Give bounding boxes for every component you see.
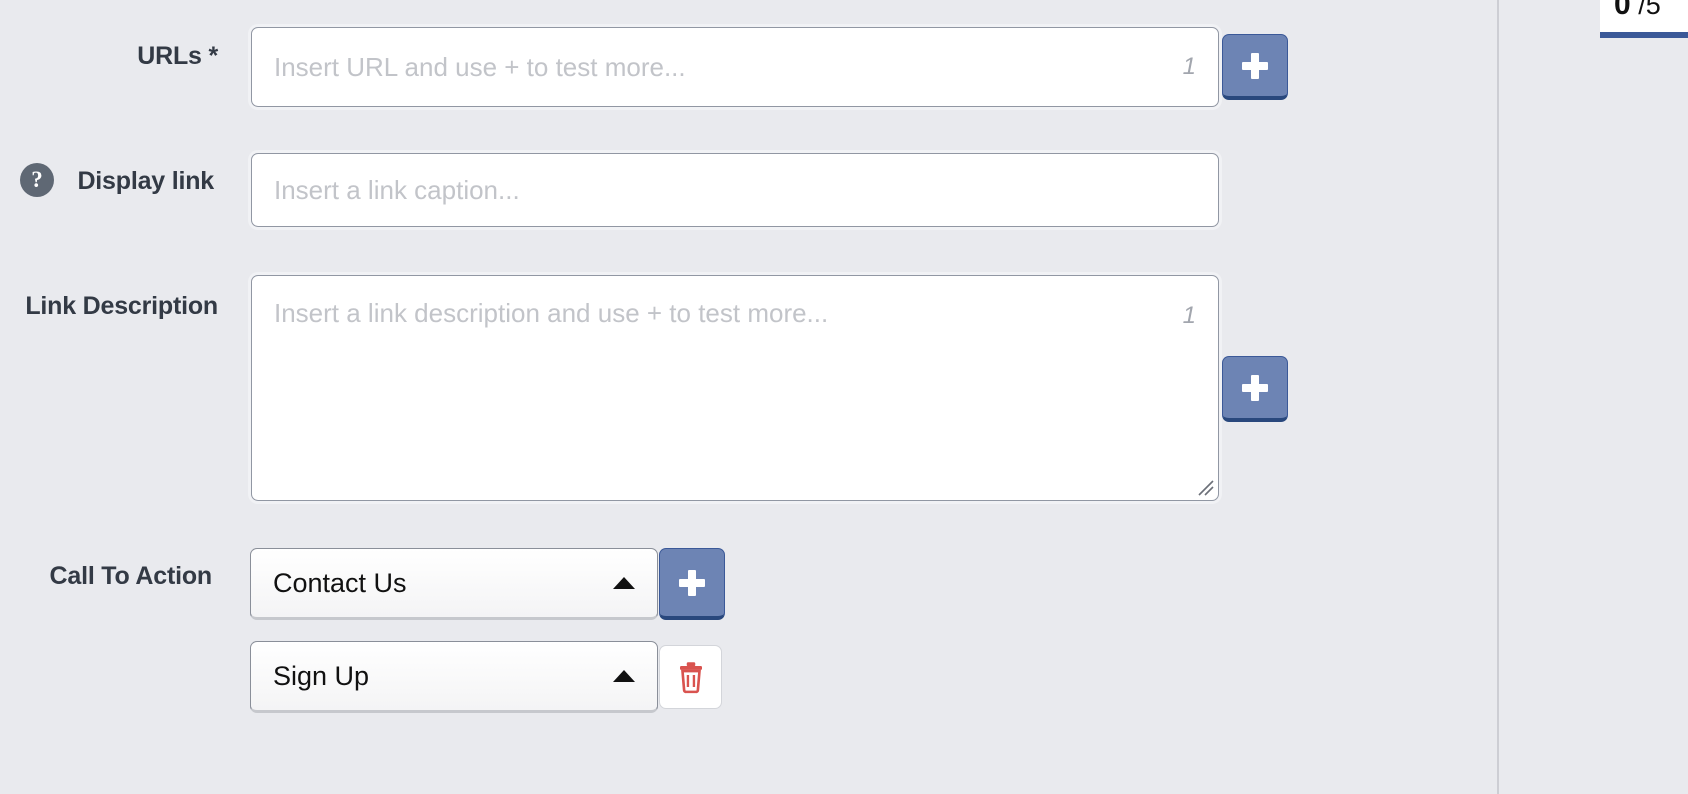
call-to-action-select-1[interactable]: Contact Us bbox=[250, 548, 658, 620]
urls-counter: 1 bbox=[1183, 53, 1196, 81]
plus-icon bbox=[679, 570, 705, 596]
call-to-action-select-2[interactable]: Sign Up bbox=[250, 641, 658, 713]
urls-label: URLs * bbox=[0, 42, 218, 71]
caret-up-icon bbox=[613, 577, 635, 589]
right-panel-counter-value: 0 bbox=[1614, 0, 1631, 21]
ad-link-form-page: URLs * Insert URL and use + to test more… bbox=[0, 0, 1688, 794]
link-description-counter: 1 bbox=[1183, 302, 1196, 330]
urls-input[interactable]: Insert URL and use + to test more... 1 bbox=[251, 27, 1219, 107]
display-link-input-wrapper: Insert a link caption... bbox=[248, 150, 1222, 230]
right-panel-counter-suffix: /5 bbox=[1631, 0, 1661, 20]
call-to-action-add-button[interactable] bbox=[659, 548, 725, 620]
link-description-label: Link Description bbox=[0, 292, 218, 321]
right-panel-body bbox=[1600, 44, 1688, 794]
trash-icon bbox=[676, 660, 706, 694]
right-panel-divider bbox=[1497, 0, 1600, 794]
call-to-action-label: Call To Action bbox=[0, 562, 212, 591]
display-link-input-placeholder: Insert a link caption... bbox=[274, 175, 520, 206]
display-link-label: Display link bbox=[0, 167, 214, 196]
caret-up-icon bbox=[613, 670, 635, 682]
call-to-action-delete-button[interactable] bbox=[659, 645, 722, 709]
display-link-input[interactable]: Insert a link caption... bbox=[251, 153, 1219, 227]
textarea-resize-handle[interactable] bbox=[1196, 478, 1214, 496]
call-to-action-select-1-value: Contact Us bbox=[273, 568, 407, 599]
link-description-wrapper: Insert a link description and use + to t… bbox=[248, 272, 1222, 504]
link-description-placeholder: Insert a link description and use + to t… bbox=[274, 298, 828, 328]
call-to-action-select-2-value: Sign Up bbox=[273, 661, 369, 692]
urls-input-wrapper: Insert URL and use + to test more... 1 bbox=[248, 24, 1222, 110]
link-description-textarea[interactable]: Insert a link description and use + to t… bbox=[251, 275, 1219, 501]
urls-add-button[interactable] bbox=[1222, 34, 1288, 100]
plus-icon bbox=[1242, 375, 1268, 401]
link-description-add-button[interactable] bbox=[1222, 356, 1288, 422]
right-panel-card: 0 /5 bbox=[1600, 0, 1688, 38]
urls-input-placeholder: Insert URL and use + to test more... bbox=[274, 52, 686, 83]
plus-icon bbox=[1242, 53, 1268, 79]
right-panel-counter: 0 /5 bbox=[1614, 0, 1661, 22]
